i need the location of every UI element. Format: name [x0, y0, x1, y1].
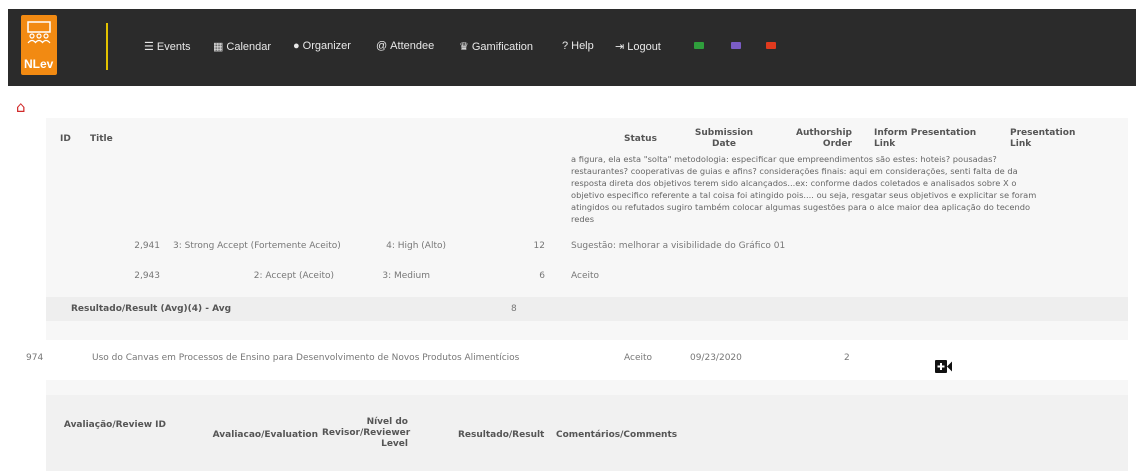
nav-help[interactable]: ? Help [562, 40, 594, 52]
logout-icon: ⇥ [615, 41, 625, 53]
nav-logout[interactable]: ⇥ Logout [615, 40, 661, 54]
nav-events-label: Events [156, 40, 191, 53]
paper-status: Aceito [624, 353, 653, 363]
nav-calendar-label: Calendar [226, 40, 272, 53]
review-id: 2,943 [134, 271, 160, 281]
nav-help-label: Help [571, 40, 594, 52]
header-status: Status [624, 134, 657, 144]
home-icon: ⌂ [16, 98, 26, 116]
nav-events[interactable]: ☰ Events [144, 40, 191, 54]
header-inform-presentation-link: Inform Presentation Link [874, 128, 977, 149]
header-submission-date: Submission Date [694, 128, 754, 149]
header-evaluation: Avaliacao/Evaluation [212, 430, 318, 440]
paper-submission-date: 09/23/2020 [690, 353, 742, 363]
video-add-icon[interactable] [935, 360, 952, 373]
header-comments: Comentários/Comments [556, 430, 678, 440]
nav-organizer-label: Organizer [302, 40, 351, 52]
flag-usa-icon[interactable] [731, 42, 741, 49]
paper-id: 974 [26, 353, 44, 363]
nav-calendar[interactable]: ▦ Calendar [213, 40, 272, 54]
review-comment: Aceito [571, 271, 600, 281]
review-comment-text: a figura, ela esta "solta" metodologia: … [571, 154, 1037, 224]
at-icon: @ [376, 40, 388, 52]
review-level: 3: Medium [382, 271, 430, 281]
nav-attendee-label: Attendee [390, 40, 435, 52]
trophy-icon: ♛ [459, 41, 469, 53]
home-button[interactable]: ⌂ [10, 94, 42, 120]
flag-brazil-icon[interactable] [694, 42, 704, 49]
logo-text: NLev [24, 57, 54, 71]
nav-attendee[interactable]: @ Attendee [376, 40, 434, 52]
header-authorship-order: Authorship Order [796, 128, 852, 149]
average-row: Resultado/Result (Avg)(4) - Avg 8 [46, 297, 1128, 321]
review-evaluation: 2: Accept (Aceito) [253, 271, 334, 281]
review-comment: Sugestão: melhorar a visibilidade do Grá… [571, 241, 786, 251]
flag-spain-icon[interactable] [766, 42, 776, 49]
nlev-logo[interactable]: NLev [21, 15, 57, 75]
user-circle-icon: ● [293, 40, 300, 52]
paper-title: Uso do Canvas em Processos de Ensino par… [92, 353, 520, 363]
header-reviewer-level: Nível do Revisor/Reviewer Level [322, 417, 411, 449]
top-navbar: NLev ☰ Events ▦ Calendar ● Organizer @ A… [8, 9, 1136, 86]
header-result: Resultado/Result [458, 430, 545, 440]
header-title: Title [90, 134, 113, 144]
calendar-icon: ▦ [213, 41, 224, 53]
nav-divider [106, 23, 108, 70]
list-icon: ☰ [144, 41, 154, 53]
header-presentation-link: Presentation Link [1010, 128, 1076, 149]
review-result: 12 [533, 241, 545, 251]
presentation-icon [27, 21, 51, 44]
average-label: Resultado/Result (Avg)(4) - Avg [71, 304, 232, 314]
review-result: 6 [539, 271, 545, 281]
paper-authorship-order: 2 [844, 353, 850, 363]
nav-logout-label: Logout [627, 40, 661, 53]
nav-gamification[interactable]: ♛ Gamification [459, 40, 534, 54]
average-value: 8 [511, 304, 517, 314]
nav-organizer[interactable]: ● Organizer [293, 40, 351, 52]
header-id: ID [60, 134, 71, 144]
header-review-id: Avaliação/Review ID [63, 420, 166, 430]
review-evaluation: 3: Strong Accept (Fortemente Aceito) [173, 241, 341, 251]
review-level: 4: High (Alto) [386, 241, 446, 251]
review-id: 2,941 [134, 241, 160, 251]
question-icon: ? [562, 40, 569, 52]
nav-gamification-label: Gamification [471, 40, 534, 53]
